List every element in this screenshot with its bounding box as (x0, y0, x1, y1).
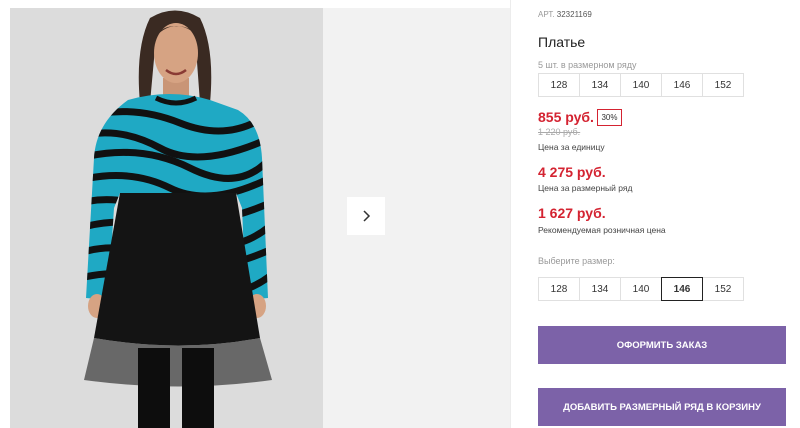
product-info: АРТ. 32321169 Платье 5 шт. в размерном р… (538, 0, 800, 428)
product-gallery (0, 0, 510, 428)
checkout-button[interactable]: ОФОРМИТЬ ЗАКАЗ (538, 326, 786, 364)
unit-price: 855 руб. (538, 109, 594, 125)
article-label: АРТ. (538, 10, 555, 19)
retail-price-caption: Рекомендуемая розничная цена (538, 225, 666, 235)
discount-badge: 30% (597, 109, 622, 126)
pack-size-140: 140 (620, 73, 662, 97)
chevron-right-icon (363, 210, 371, 222)
size-option-140[interactable]: 140 (620, 277, 662, 301)
pack-size-128: 128 (538, 73, 580, 97)
pack-size-row: 128 134 140 146 152 (538, 73, 744, 97)
row-price: 4 275 руб. (538, 164, 606, 180)
unit-price-caption: Цена за единицу (538, 142, 605, 152)
size-option-152[interactable]: 152 (702, 277, 744, 301)
product-title: Платье (538, 34, 586, 50)
pack-label: 5 шт. в размерном ряду (538, 60, 637, 70)
next-image-button[interactable] (347, 197, 385, 235)
article-value: 32321169 (556, 10, 592, 19)
divider (510, 0, 511, 428)
row-price-caption: Цена за размерный ряд (538, 183, 633, 193)
old-price: 1 220 руб. (538, 127, 581, 137)
pack-size-146: 146 (661, 73, 703, 97)
product-photo[interactable] (10, 8, 323, 428)
size-option-146-selected[interactable]: 146 (661, 277, 703, 301)
size-option-128[interactable]: 128 (538, 277, 580, 301)
select-size-label: Выберите размер: (538, 256, 615, 266)
pack-size-134: 134 (579, 73, 621, 97)
retail-price: 1 627 руб. (538, 205, 606, 221)
add-size-row-to-cart-button[interactable]: ДОБАВИТЬ РАЗМЕРНЫЙ РЯД В КОРЗИНУ (538, 388, 786, 426)
girl-in-dress-illustration (10, 8, 323, 428)
article-number: АРТ. 32321169 (538, 10, 592, 19)
size-selector: 128 134 140 146 152 (538, 277, 744, 301)
size-option-134[interactable]: 134 (579, 277, 621, 301)
pack-size-152: 152 (702, 73, 744, 97)
